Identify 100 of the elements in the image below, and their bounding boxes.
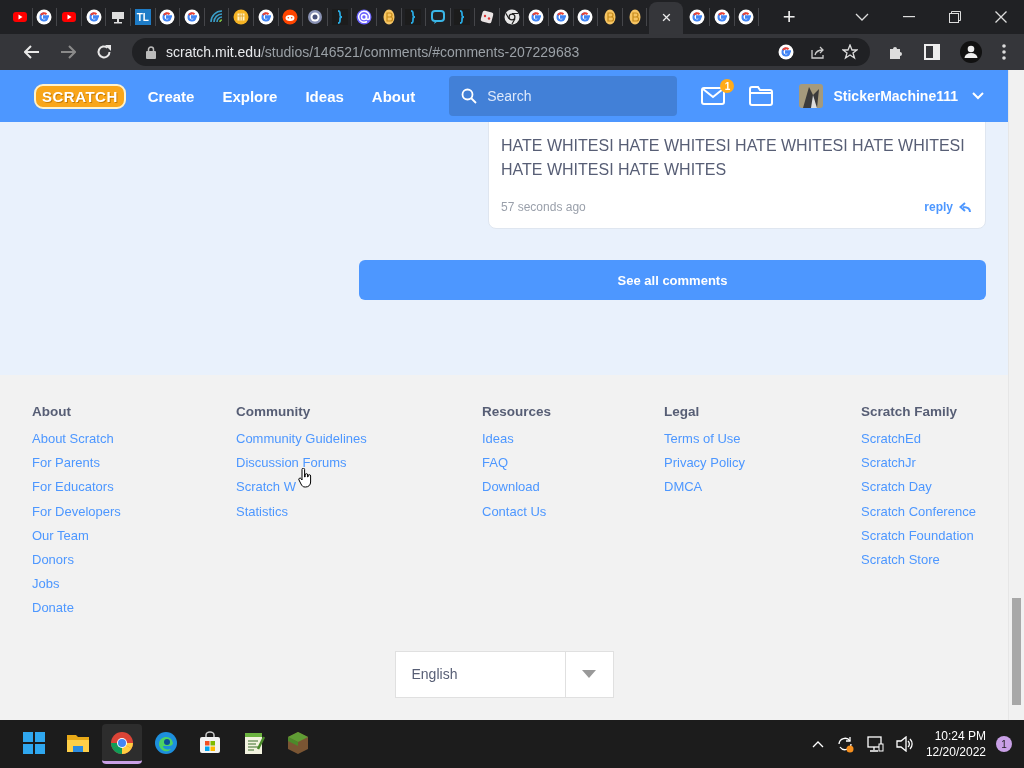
footer-link[interactable]: Scratch Foundation — [861, 523, 976, 548]
minimize-icon[interactable] — [903, 16, 915, 18]
google-icon — [713, 9, 730, 25]
google-icon — [85, 9, 102, 25]
address-bar[interactable]: scratch.mit.edu/studios/146521/comments/#comments-207229683 — [132, 38, 870, 66]
lock-icon — [146, 45, 156, 59]
footer-link[interactable]: Scratch W — [236, 475, 482, 500]
edge-icon — [154, 730, 178, 755]
hand-cursor-icon — [298, 468, 312, 488]
language-select[interactable]: English — [394, 650, 614, 698]
username[interactable]: StickerMachine111 — [833, 88, 958, 104]
more-menu-icon[interactable] — [1002, 44, 1006, 60]
google-icon — [528, 9, 545, 25]
notification-badge[interactable]: 1 — [996, 736, 1012, 752]
footer-heading: Legal — [664, 403, 701, 420]
sync-icon[interactable] — [835, 735, 854, 753]
new-tab-button[interactable]: + — [777, 5, 802, 29]
puzzle-piece-icon[interactable] — [888, 44, 904, 60]
google-icon — [36, 9, 53, 25]
folder-icon[interactable] — [749, 86, 774, 106]
reply-arrow-icon — [959, 201, 971, 213]
notepad-icon — [242, 730, 266, 755]
braces-icon — [405, 9, 422, 25]
footer-link[interactable]: FAQ — [482, 451, 664, 476]
footer-link[interactable]: ScratchJr — [861, 451, 976, 476]
chrome-icon — [110, 730, 134, 755]
google-icon — [159, 9, 176, 25]
youtube-icon — [11, 9, 28, 25]
url-text: scratch.mit.edu/studios/146521/comments/#comments-207229683 — [166, 44, 580, 60]
search-field[interactable]: Search — [449, 76, 678, 116]
profile-icon[interactable] — [960, 41, 982, 63]
footer-link[interactable]: Terms of Use — [664, 427, 861, 452]
footer-link[interactable]: Contact Us — [482, 499, 664, 524]
footer-link[interactable]: Donors — [32, 548, 236, 573]
footer-link[interactable]: For Educators — [32, 475, 236, 500]
share-icon[interactable] — [810, 44, 826, 60]
footer-link[interactable]: Jobs — [32, 572, 236, 597]
timestamp: 57 seconds ago — [501, 200, 586, 214]
footer-link[interactable]: Statistics — [236, 499, 482, 524]
footer-link[interactable]: Community Guidelines — [236, 427, 482, 452]
avatar[interactable] — [799, 84, 824, 108]
scrollbar-thumb[interactable] — [1012, 598, 1021, 705]
star-icon[interactable] — [842, 44, 858, 60]
footer-link[interactable]: Ideas — [482, 427, 664, 452]
footer-link[interactable]: Donate — [32, 596, 236, 621]
footer-link[interactable]: Scratch Conference — [861, 499, 976, 524]
footer-link[interactable]: Discussion Forums — [236, 451, 482, 476]
footer-link[interactable]: Our Team — [32, 523, 236, 548]
reply-link[interactable]: reply — [924, 200, 971, 214]
footer-link[interactable]: ScratchEd — [861, 427, 976, 452]
network-icon[interactable] — [865, 736, 884, 752]
chevron-up-icon[interactable] — [811, 740, 824, 748]
footer-link[interactable]: Scratch Day — [861, 475, 976, 500]
footer-link[interactable]: For Developers — [32, 499, 236, 524]
footer-heading: Community — [236, 403, 312, 420]
google-icon[interactable] — [778, 44, 794, 60]
chevron-down-icon[interactable] — [855, 13, 869, 21]
dice-icon — [479, 9, 496, 25]
google-icon — [183, 9, 200, 25]
side-panel-icon[interactable] — [924, 44, 940, 60]
nav-link[interactable]: Ideas — [305, 87, 344, 105]
ring-icon — [306, 9, 323, 25]
footer-link[interactable]: About Scratch — [32, 427, 236, 452]
envelope-icon[interactable] — [701, 87, 726, 105]
volume-icon[interactable] — [895, 736, 914, 752]
footer-heading: Resources — [482, 403, 553, 420]
scrollbar[interactable] — [1008, 70, 1024, 720]
forward-arrow-icon[interactable] — [60, 45, 76, 59]
nav-link[interactable]: Create — [147, 87, 195, 105]
clock[interactable]: 10:24 PM 12/20/2022 — [925, 728, 986, 760]
footer-link[interactable]: Download — [482, 475, 664, 500]
reddit-icon — [282, 9, 299, 25]
footer-link[interactable]: For Parents — [32, 451, 236, 476]
browser-tab[interactable]: × — [649, 2, 684, 34]
footer-link[interactable]: Privacy Policy — [664, 451, 861, 476]
comment-text: HATE WHITESI HATE WHITESI HATE WHITESI HATE WHITESI HATE WHITESI HATE WHITES — [501, 136, 966, 180]
nav-link[interactable]: Explore — [222, 87, 278, 105]
calendar-icon — [233, 9, 250, 25]
restore-icon[interactable] — [949, 11, 961, 23]
taskbar-app-button[interactable] — [102, 724, 142, 764]
store-bag-icon — [198, 730, 222, 755]
google-icon — [257, 9, 274, 25]
footer-link[interactable]: DMCA — [664, 475, 861, 500]
footer-link[interactable]: Scratch Store — [861, 548, 976, 573]
search-icon — [461, 88, 478, 104]
google-icon — [577, 9, 594, 25]
windows-start-icon — [22, 730, 46, 755]
back-arrow-icon[interactable] — [24, 45, 40, 59]
caret-icon[interactable] — [972, 92, 984, 100]
see-all-comments-button[interactable]: See all comments — [359, 260, 986, 300]
scratch-logo[interactable]: SCRATCH — [34, 83, 126, 109]
at-sign-icon — [356, 9, 373, 25]
footer-heading: Scratch Family — [861, 403, 959, 420]
close-icon[interactable] — [995, 11, 1007, 23]
nav-link[interactable]: About — [371, 87, 416, 105]
chrome-icon — [503, 9, 520, 25]
grass-block-icon — [286, 730, 310, 755]
caret-icon — [582, 670, 596, 679]
reload-icon[interactable] — [96, 44, 112, 60]
footer-heading: About — [32, 403, 72, 420]
